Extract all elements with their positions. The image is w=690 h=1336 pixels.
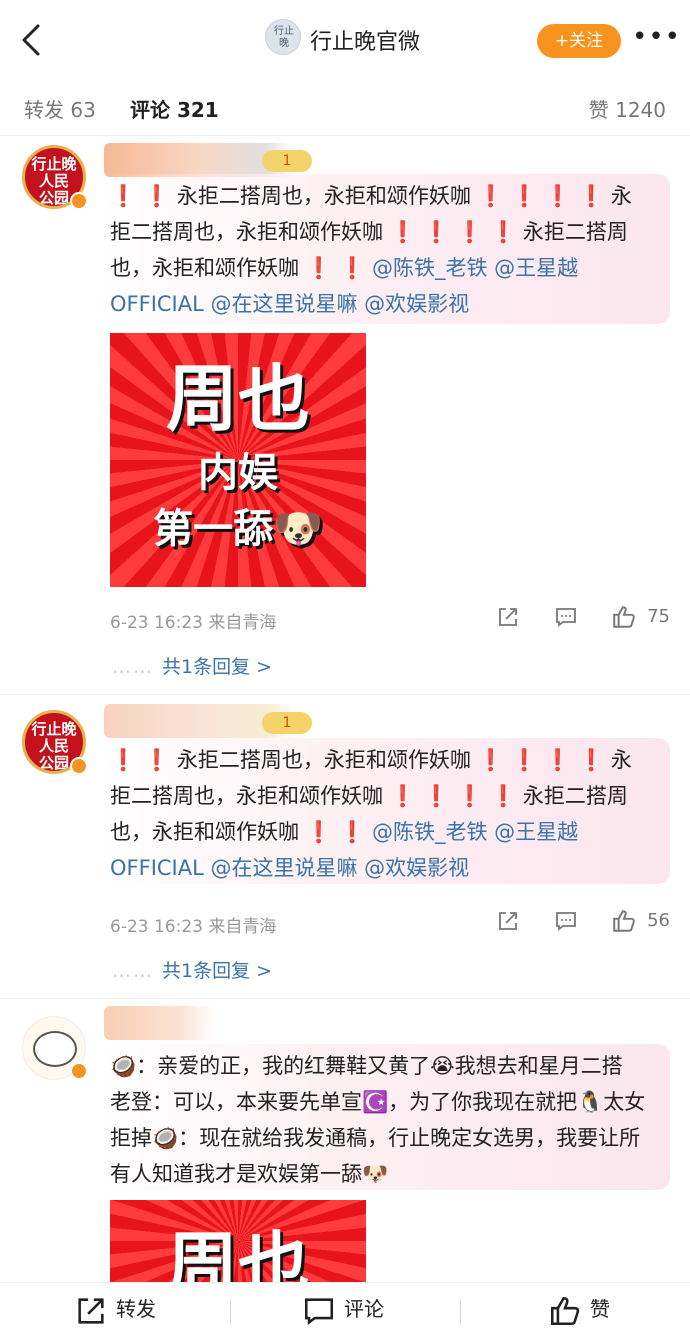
comment-icon (304, 1297, 334, 1325)
comment-icon[interactable] (554, 605, 578, 629)
tabs-bar: 转发 63 评论 321 赞 1240 (0, 78, 690, 136)
share-icon[interactable] (496, 909, 520, 933)
comment-time: 6-23 16:23 来自青海 (110, 613, 277, 633)
like-icon[interactable] (611, 604, 637, 630)
divider (0, 694, 690, 695)
comment-text: ❗ ❗ 永拒二搭周也，永拒和颂作妖咖 ❗ ❗ ❗ ❗ 永拒二搭周也，永拒和颂作妖… (110, 742, 650, 886)
replies-dots: …… (112, 960, 154, 982)
replies-text: 共1条回复 > (162, 960, 273, 982)
comment-text-segment: 永拒二搭周也，永拒和颂作妖咖 (176, 748, 478, 772)
comment-text-segment: 永拒二搭周也，永拒和颂作妖咖 (176, 184, 478, 208)
comment-text: 🥥：亲爱的正，我的红舞鞋又黄了😭我想去和星月二搭 老登：可以，本来要先单宣☪️，… (110, 1048, 650, 1192)
exclamation-icon: ❗ ❗ (305, 256, 366, 280)
exclamation-icon: ❗ ❗ ❗ ❗ (389, 220, 517, 244)
comment-text: ❗ ❗ 永拒二搭周也，永拒和颂作妖咖 ❗ ❗ ❗ ❗ 永拒二搭周也，永拒和颂作妖… (110, 178, 650, 322)
divider (0, 998, 690, 999)
image-line3: 第一舔🐶 (153, 506, 323, 552)
more-options-icon[interactable]: ••• (632, 24, 680, 52)
separator (230, 1299, 231, 1325)
replies-dots: …… (112, 656, 154, 678)
bottom-like-button[interactable]: 赞 (548, 1293, 610, 1328)
exclamation-icon: ❗ ❗ (110, 748, 177, 772)
repost-icon (78, 1297, 104, 1324)
bottom-repost-label: 转发 (116, 1297, 156, 1321)
level-badge: 1 (262, 712, 312, 734)
replies-link[interactable]: …… 共1条回复 > (112, 652, 272, 679)
replies-text: 共1条回复 > (162, 656, 273, 678)
like-icon[interactable] (611, 908, 637, 934)
comment-image[interactable]: 周也 (110, 1200, 366, 1282)
page-title[interactable]: 行止晚官微 (310, 24, 420, 56)
cute-face-icon (33, 1031, 77, 1067)
image-line1: 周也 (165, 1224, 310, 1282)
replies-link[interactable]: …… 共1条回复 > (112, 956, 272, 983)
comment-actions: 56 (496, 908, 670, 934)
tab-like[interactable]: 赞 1240 (589, 94, 666, 123)
exclamation-icon: ❗ ❗ (110, 184, 177, 208)
exclamation-icon: ❗ ❗ ❗ ❗ (477, 184, 605, 208)
level-badge: 1 (262, 150, 312, 172)
exclamation-icon: ❗ ❗ ❗ ❗ (477, 748, 605, 772)
image-line2: 内娱 (198, 450, 278, 496)
bottom-like-label: 赞 (590, 1297, 610, 1321)
follow-button[interactable]: +关注 (537, 24, 621, 58)
comment-icon[interactable] (554, 909, 578, 933)
like-count: 56 (647, 910, 670, 931)
bottom-bar: 转发 评论 赞 (0, 1282, 690, 1336)
like-icon (550, 1296, 580, 1325)
image-line1: 周也 (165, 357, 310, 441)
verified-badge-icon (70, 192, 88, 210)
header-avatar-text: 行止晚 (274, 26, 294, 49)
comment-text-segment: 🥥：亲爱的正，我的红舞鞋又黄了😭我想去和星月二搭 老登：可以，本来要先单宣☪️，… (110, 1054, 646, 1186)
header-avatar[interactable]: 行止晚 (265, 19, 301, 55)
like-count: 75 (647, 606, 670, 627)
share-icon[interactable] (496, 605, 520, 629)
comment-actions: 75 (496, 604, 670, 630)
top-bar: 行止晚 行止晚官微 +关注 ••• (0, 0, 690, 78)
exclamation-icon: ❗ ❗ ❗ ❗ (389, 784, 517, 808)
separator (460, 1299, 461, 1325)
tab-comment[interactable]: 评论 321 (130, 94, 219, 123)
bottom-comment-button[interactable]: 评论 (302, 1293, 384, 1328)
bottom-comment-label: 评论 (344, 1297, 384, 1321)
verified-badge-icon (70, 1062, 88, 1080)
comment-time: 6-23 16:23 来自青海 (110, 917, 277, 937)
exclamation-icon: ❗ ❗ (305, 820, 366, 844)
bottom-repost-button[interactable]: 转发 (74, 1293, 156, 1328)
verified-badge-icon (70, 757, 88, 775)
back-arrow-icon[interactable] (18, 22, 48, 58)
comment-image[interactable]: 周也 内娱 第一舔🐶 (110, 333, 366, 587)
tab-repost[interactable]: 转发 63 (24, 94, 96, 123)
username-blurred[interactable] (104, 1006, 214, 1040)
